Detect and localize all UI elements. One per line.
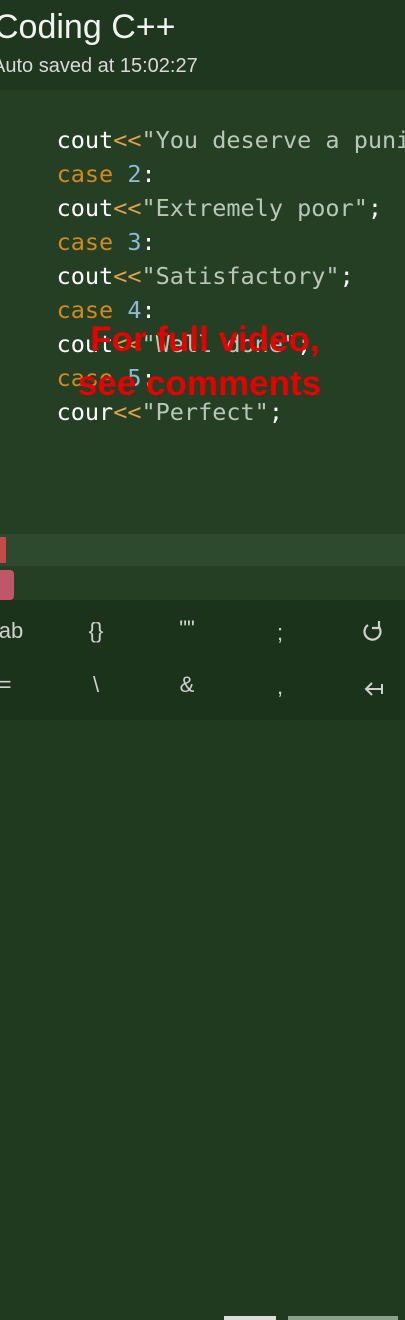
code-token: cour xyxy=(56,398,114,426)
nav-indicator xyxy=(224,1316,276,1320)
key-comma[interactable]: , xyxy=(255,674,305,700)
code-token: ; xyxy=(268,398,283,426)
key-ampersand[interactable]: & xyxy=(162,672,212,698)
app-header: Coding C++ Auto saved at 15:02:27 xyxy=(0,0,405,90)
code-token: ; xyxy=(297,330,312,358)
key-semicolon[interactable]: ; xyxy=(255,620,305,646)
backspace-icon[interactable] xyxy=(348,680,398,698)
key-quotes[interactable]: "" xyxy=(162,616,212,642)
current-line-highlight xyxy=(0,534,405,566)
code-token: "Extremely poor" xyxy=(141,194,368,222)
symbol-keyboard: ab {} "" ; = \ & , xyxy=(0,600,405,1320)
selection-handle[interactable] xyxy=(0,570,14,600)
app-title: Coding C++ xyxy=(0,8,176,46)
code-token: "Perfect" xyxy=(141,398,269,426)
key-equals[interactable]: = xyxy=(0,672,30,698)
code-editor[interactable]: cout<<"You deserve a punish case 2: cout… xyxy=(0,90,405,600)
code-line-9[interactable]: cour<<"Perfect"; xyxy=(0,367,283,457)
undo-icon[interactable] xyxy=(348,620,398,644)
key-backslash[interactable]: \ xyxy=(71,672,121,698)
key-braces[interactable]: {} xyxy=(71,618,121,644)
code-token: << xyxy=(113,398,142,426)
code-token: "You deserve a punish xyxy=(141,126,405,154)
key-ab[interactable]: ab xyxy=(0,618,36,644)
cursor-marker xyxy=(0,537,6,563)
autosave-status: Auto saved at 15:02:27 xyxy=(0,55,198,77)
code-token: "Well done" xyxy=(141,330,298,358)
nav-indicator xyxy=(288,1316,398,1320)
code-token: ; xyxy=(339,262,354,290)
code-token: "Satisfactory" xyxy=(141,262,340,290)
code-token: ; xyxy=(367,194,383,222)
